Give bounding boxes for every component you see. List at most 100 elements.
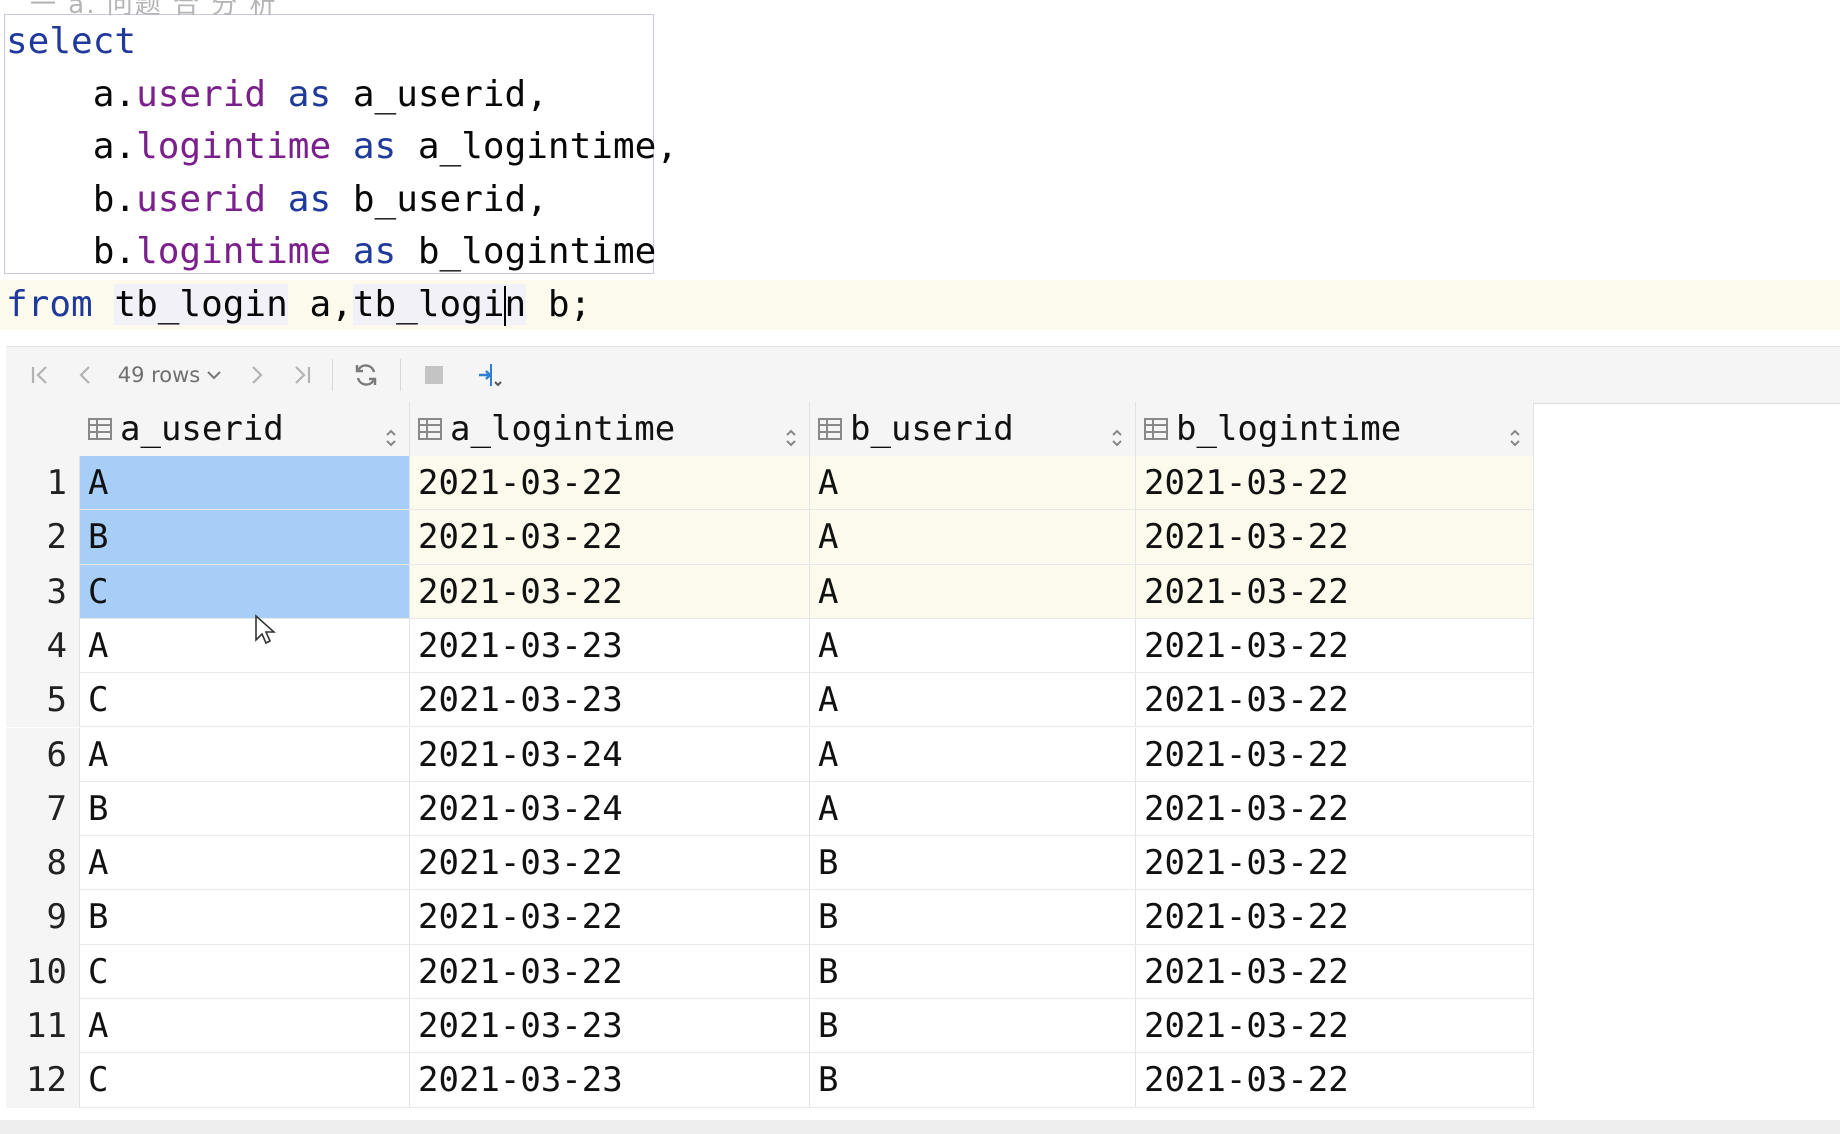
refresh-icon[interactable] bbox=[342, 347, 390, 403]
row-number[interactable]: 8 bbox=[6, 836, 80, 891]
column-alias: a_logintime, bbox=[417, 126, 678, 167]
column-header-b-logintime[interactable]: b_logintime bbox=[1136, 402, 1534, 456]
table-cell[interactable]: 2021-03-23 bbox=[410, 1053, 810, 1108]
table-row[interactable]: 1 A 2021-03-22 A 2021-03-22 bbox=[6, 456, 1534, 511]
table-cell[interactable]: 2021-03-22 bbox=[1136, 781, 1534, 837]
table-cell[interactable]: 2021-03-22 bbox=[1136, 510, 1534, 565]
sort-icon[interactable] bbox=[385, 418, 397, 447]
table-cell[interactable]: A bbox=[810, 510, 1136, 565]
table-row[interactable]: 10 C 2021-03-22 B 2021-03-22 bbox=[6, 944, 1534, 999]
column-header-a-userid[interactable]: a_userid bbox=[80, 402, 410, 456]
keyword-as: as bbox=[287, 178, 332, 220]
horizontal-scrollbar[interactable] bbox=[0, 1120, 1840, 1134]
row-number[interactable]: 7 bbox=[6, 781, 80, 837]
table-cell[interactable]: B bbox=[80, 781, 410, 837]
first-page-icon[interactable] bbox=[20, 347, 60, 403]
column-icon bbox=[1144, 418, 1168, 440]
table-cell[interactable]: A bbox=[80, 999, 410, 1054]
row-number[interactable]: 11 bbox=[6, 999, 80, 1054]
prev-page-icon[interactable] bbox=[66, 347, 106, 403]
table-cell[interactable]: A bbox=[810, 727, 1136, 782]
table-cell[interactable]: 2021-03-22 bbox=[1136, 673, 1534, 728]
table-cell[interactable]: 2021-03-22 bbox=[1136, 1053, 1534, 1108]
table-cell[interactable]: C bbox=[80, 673, 410, 728]
table-cell[interactable]: 2021-03-22 bbox=[1136, 564, 1534, 619]
table-cell[interactable]: A bbox=[80, 456, 410, 511]
table-cell[interactable]: C bbox=[80, 564, 410, 619]
table-cell[interactable]: 2021-03-23 bbox=[410, 618, 810, 674]
table-cell[interactable]: A bbox=[80, 618, 410, 674]
table-row[interactable]: 5 C 2021-03-23 A 2021-03-22 bbox=[6, 673, 1534, 728]
table-cell[interactable]: A bbox=[810, 456, 1136, 511]
table-cell[interactable]: 2021-03-22 bbox=[410, 510, 810, 565]
table-row[interactable]: 2 B 2021-03-22 A 2021-03-22 bbox=[6, 510, 1534, 565]
table-cell[interactable]: 2021-03-22 bbox=[1136, 944, 1534, 999]
table-cell[interactable]: 2021-03-22 bbox=[410, 564, 810, 619]
table-cell[interactable]: B bbox=[80, 510, 410, 565]
table-row[interactable]: 11 A 2021-03-23 B 2021-03-22 bbox=[6, 999, 1534, 1054]
table-cell[interactable]: 2021-03-22 bbox=[410, 944, 810, 999]
table-cell[interactable]: A bbox=[80, 727, 410, 782]
table-cell[interactable]: 2021-03-22 bbox=[1136, 618, 1534, 674]
table-cell[interactable]: A bbox=[810, 564, 1136, 619]
row-number[interactable]: 10 bbox=[6, 944, 80, 999]
table-cell[interactable]: 2021-03-23 bbox=[410, 999, 810, 1054]
table-cell[interactable]: 2021-03-22 bbox=[410, 836, 810, 891]
rows-count-dropdown[interactable]: 49 rows bbox=[112, 347, 228, 403]
compare-icon[interactable] bbox=[466, 347, 514, 403]
table-cell[interactable]: B bbox=[810, 890, 1136, 945]
column-alias: b_logintime bbox=[417, 231, 657, 272]
table-cell[interactable]: B bbox=[810, 999, 1136, 1054]
table-cell[interactable]: C bbox=[80, 944, 410, 999]
row-number[interactable]: 4 bbox=[6, 618, 80, 674]
table-cell[interactable]: 2021-03-22 bbox=[1136, 890, 1534, 945]
sort-icon[interactable] bbox=[785, 418, 797, 447]
sql-code[interactable]: select a.userid as a_userid, a.logintime… bbox=[6, 18, 678, 333]
table-cell[interactable]: C bbox=[80, 1053, 410, 1108]
row-number[interactable]: 2 bbox=[6, 510, 80, 565]
column-header-a-logintime[interactable]: a_logintime bbox=[410, 402, 810, 456]
table-row[interactable]: 3 C 2021-03-22 A 2021-03-22 bbox=[6, 564, 1534, 619]
next-page-icon[interactable] bbox=[236, 347, 276, 403]
sql-editor[interactable]: 一 a. 问题 合 分 析 select a.userid as a_useri… bbox=[0, 0, 1840, 340]
table-cell[interactable]: A bbox=[810, 781, 1136, 837]
table-cell[interactable]: A bbox=[80, 836, 410, 891]
row-number[interactable]: 6 bbox=[6, 727, 80, 782]
table-cell[interactable]: B bbox=[810, 836, 1136, 891]
table-cell[interactable]: 2021-03-22 bbox=[410, 890, 810, 945]
table-row[interactable]: 8 A 2021-03-22 B 2021-03-22 bbox=[6, 836, 1534, 891]
table-cell[interactable]: 2021-03-22 bbox=[1136, 836, 1534, 891]
table-row[interactable]: 4 A 2021-03-23 A 2021-03-22 bbox=[6, 618, 1534, 674]
table-row[interactable]: 6 A 2021-03-24 A 2021-03-22 bbox=[6, 727, 1534, 782]
table-cell[interactable]: 2021-03-23 bbox=[410, 673, 810, 728]
table-cell[interactable]: 2021-03-24 bbox=[410, 781, 810, 837]
table-row[interactable]: 12 C 2021-03-23 B 2021-03-22 bbox=[6, 1053, 1534, 1108]
table-cell[interactable]: B bbox=[810, 1053, 1136, 1108]
table-cell[interactable]: 2021-03-24 bbox=[410, 727, 810, 782]
table-cell[interactable]: A bbox=[810, 618, 1136, 674]
table-cell[interactable]: 2021-03-22 bbox=[1136, 999, 1534, 1054]
table-cell[interactable]: 2021-03-22 bbox=[1136, 727, 1534, 782]
row-number[interactable]: 3 bbox=[6, 564, 80, 619]
row-number[interactable]: 12 bbox=[6, 1053, 80, 1108]
table-cell[interactable]: 2021-03-22 bbox=[1136, 456, 1534, 511]
toolbar-separator bbox=[332, 359, 333, 391]
last-page-icon[interactable] bbox=[282, 347, 322, 403]
stop-icon[interactable] bbox=[410, 347, 458, 403]
table-cell[interactable]: B bbox=[80, 890, 410, 945]
table-cell[interactable]: B bbox=[810, 944, 1136, 999]
sort-icon[interactable] bbox=[1509, 418, 1521, 447]
row-number[interactable]: 9 bbox=[6, 890, 80, 945]
sort-icon[interactable] bbox=[1111, 418, 1123, 447]
chevron-down-icon bbox=[206, 365, 222, 386]
result-grid[interactable]: a_userid a_logintime b_userid b_logintim… bbox=[6, 402, 1840, 1122]
row-number[interactable]: 1 bbox=[6, 456, 80, 511]
column-icon bbox=[818, 418, 842, 440]
column-header-label: b_userid bbox=[850, 409, 1014, 449]
row-number[interactable]: 5 bbox=[6, 673, 80, 728]
table-cell[interactable]: A bbox=[810, 673, 1136, 728]
table-row[interactable]: 7 B 2021-03-24 A 2021-03-22 bbox=[6, 781, 1534, 837]
table-cell[interactable]: 2021-03-22 bbox=[410, 456, 810, 511]
column-header-b-userid[interactable]: b_userid bbox=[810, 402, 1136, 456]
table-row[interactable]: 9 B 2021-03-22 B 2021-03-22 bbox=[6, 890, 1534, 945]
